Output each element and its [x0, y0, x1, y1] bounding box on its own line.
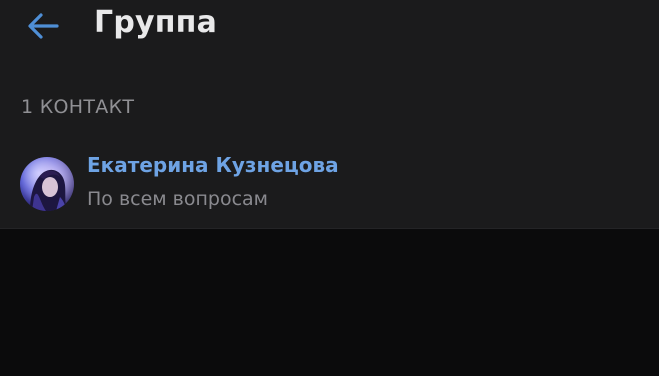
avatar-photo [20, 157, 74, 211]
arrow-left-icon [28, 13, 59, 39]
contact-name: Екатерина Кузнецова [87, 153, 339, 177]
top-bar: Группа [0, 0, 659, 52]
avatar[interactable] [20, 157, 74, 211]
page-title: Группа [94, 5, 218, 40]
back-button[interactable] [20, 6, 64, 46]
app-screen: Группа 1 КОНТАКТ Екатерина Кузнецова По … [0, 0, 659, 376]
contacts-count-label: 1 КОНТАКТ [21, 96, 135, 118]
contact-status: По всем вопросам [87, 188, 269, 210]
group-card: Группа 1 КОНТАКТ Екатерина Кузнецова По … [0, 0, 659, 229]
contact-list-item[interactable]: Екатерина Кузнецова По всем вопросам [0, 146, 659, 222]
